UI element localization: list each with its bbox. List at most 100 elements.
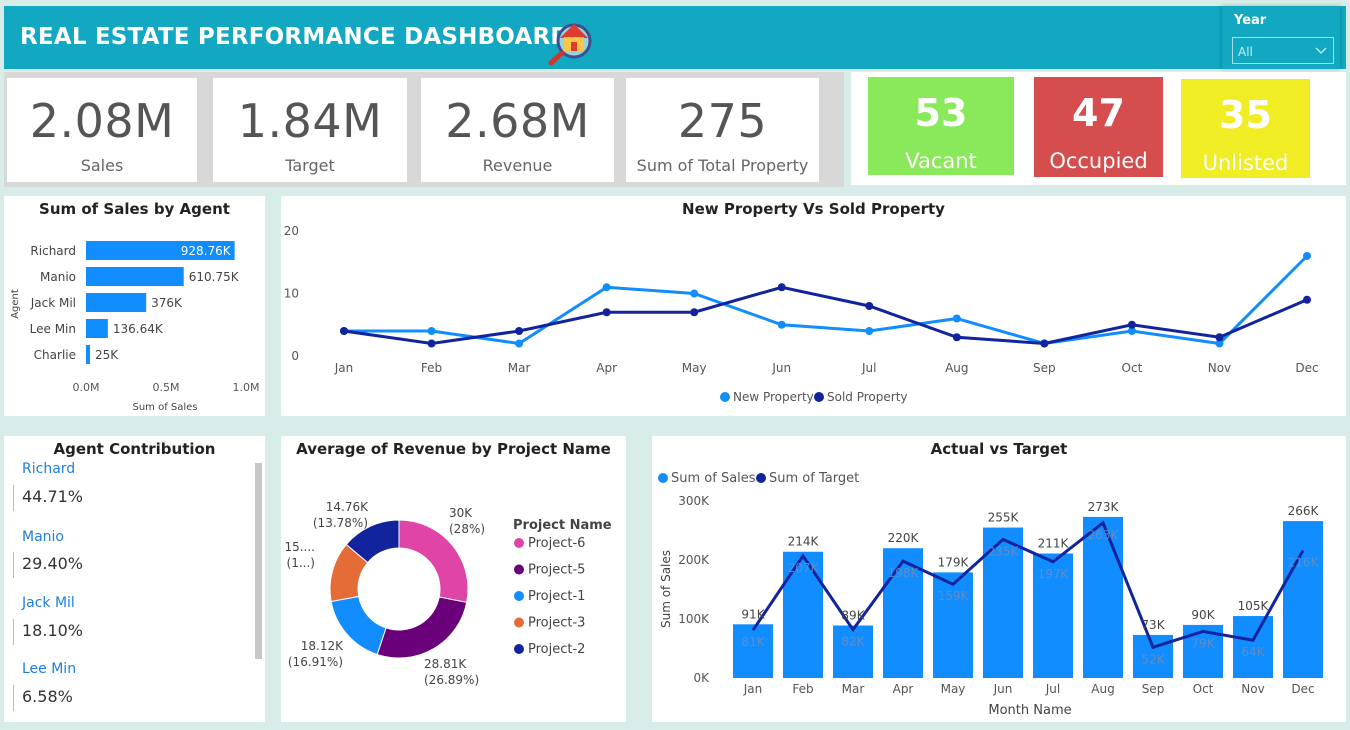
- x-tick-label: 0.0M: [73, 381, 100, 394]
- x-tick-label: Nov: [1208, 361, 1231, 375]
- data-label: 610.75K: [189, 270, 240, 284]
- x-tick-label: Jan: [743, 682, 763, 696]
- data-point: [865, 327, 874, 335]
- x-axis-label: Sum of Sales: [132, 402, 197, 413]
- data-label: 159K: [938, 589, 970, 603]
- data-label: 376K: [151, 296, 183, 310]
- data-point: [777, 283, 786, 292]
- data-point: [1303, 295, 1311, 304]
- data-label: 273K: [1088, 500, 1120, 514]
- data-point: [952, 314, 961, 323]
- y-tick-label: 300K: [678, 494, 710, 508]
- data-label: 28.81K: [424, 657, 467, 671]
- legend-label: Project-3: [528, 616, 585, 631]
- bar: [733, 624, 773, 678]
- contribution-agent-name: Manio: [22, 529, 64, 545]
- data-label: 91K: [741, 607, 765, 621]
- dashboard-canvas: REAL ESTATE PERFORMANCE DASHBOARD Year A…: [0, 0, 1350, 730]
- contribution-value: 44.71%: [22, 487, 84, 506]
- kpi-value: 2.08M: [29, 94, 175, 148]
- x-axis-label: Month Name: [988, 703, 1071, 718]
- data-label: 105K: [1238, 599, 1270, 613]
- data-label: 263K: [1088, 528, 1120, 542]
- revenue-by-project-panel[interactable]: Average of Revenue by Project Name 30K (2…: [281, 436, 626, 722]
- kpi-label: Target: [285, 156, 335, 175]
- divider: [13, 485, 14, 511]
- status-label: Occupied: [1049, 149, 1148, 173]
- data-label: 216K: [1288, 556, 1320, 570]
- data-label: 235K: [988, 544, 1020, 558]
- x-tick-label: Feb: [792, 682, 813, 696]
- x-tick-label: May: [941, 682, 966, 696]
- data-label: (1...): [287, 556, 315, 570]
- x-tick-label: Dec: [1291, 682, 1314, 696]
- kpi-card-total-property[interactable]: 275 Sum of Total Property: [626, 78, 819, 182]
- legend-marker: [514, 617, 524, 628]
- status-value: 47: [1072, 91, 1125, 135]
- actual-vs-target-panel[interactable]: Actual vs Target Sum of Sales Sum of Targ…: [652, 436, 1346, 722]
- actual-vs-target-chart: Sum of Sales Sum of Target 0K 100K 200K 300K S…: [658, 471, 1323, 718]
- scrollbar[interactable]: [255, 463, 262, 659]
- data-label: 81K: [741, 635, 765, 649]
- data-label: 211K: [1038, 537, 1070, 551]
- panel-title: Average of Revenue by Project Name: [296, 440, 611, 458]
- kpi-label: Sales: [80, 156, 124, 175]
- dashboard-title: REAL ESTATE PERFORMANCE DASHBOARD: [20, 24, 570, 50]
- data-point: [515, 339, 524, 348]
- data-point: [952, 333, 961, 342]
- y-axis-label: Agent: [10, 289, 21, 319]
- data-label: 82K: [841, 635, 865, 649]
- status-label: Unlisted: [1202, 151, 1289, 175]
- kpi-value: 275: [677, 94, 768, 148]
- category-label: Lee Min: [30, 322, 76, 336]
- status-card-vacant[interactable]: 53 Vacant: [868, 77, 1014, 175]
- panel-title: Actual vs Target: [930, 440, 1068, 458]
- kpi-card-target[interactable]: 1.84M Target: [213, 78, 407, 182]
- x-tick-label: Jun: [771, 361, 791, 375]
- kpi-card-sales[interactable]: 2.08M Sales: [7, 78, 197, 182]
- data-point: [602, 283, 611, 292]
- status-card-occupied[interactable]: 47 Occupied: [1034, 77, 1163, 177]
- year-dropdown-value: All: [1238, 45, 1253, 59]
- x-tick-label: May: [682, 361, 707, 375]
- data-label: 136.64K: [113, 322, 164, 336]
- sales-by-agent-panel[interactable]: Sum of Sales by Agent Agent Richard 928.76…: [4, 196, 265, 416]
- new-vs-sold-panel[interactable]: New Property Vs Sold Property 0 10 20 Jan Fe…: [281, 196, 1346, 416]
- legend-marker: [756, 473, 766, 483]
- category-label: Jack Mil: [30, 296, 76, 310]
- x-tick-label: Sep: [1142, 682, 1165, 696]
- y-tick-label: 20: [284, 224, 299, 238]
- y-tick-label: 10: [284, 287, 299, 301]
- data-point: [515, 327, 524, 335]
- bar: [86, 293, 147, 312]
- category-label: Manio: [40, 270, 76, 284]
- status-card-unlisted[interactable]: 35 Unlisted: [1181, 79, 1310, 178]
- agent-contribution-panel[interactable]: Agent Contribution Richard 44.71% Manio …: [4, 436, 265, 722]
- data-point: [1127, 320, 1136, 329]
- y-tick-label: 200K: [678, 553, 710, 567]
- category-label: Richard: [30, 244, 76, 258]
- data-label: 197K: [1038, 567, 1070, 581]
- legend-marker: [514, 538, 524, 548]
- bar: [1283, 521, 1323, 678]
- year-dropdown[interactable]: All: [1232, 37, 1334, 64]
- y-tick-label: 100K: [678, 612, 710, 626]
- legend-marker: [720, 392, 730, 402]
- x-tick-label: Dec: [1295, 361, 1318, 375]
- kpi-card-revenue[interactable]: 2.68M Revenue: [421, 78, 614, 182]
- data-point: [1303, 252, 1311, 260]
- bar: [86, 345, 90, 364]
- contribution-value: 29.40%: [22, 554, 84, 573]
- data-label: (13.78%): [313, 516, 368, 530]
- data-label: 64K: [1241, 645, 1265, 659]
- panel-title: New Property Vs Sold Property: [682, 200, 945, 218]
- x-tick-label: Apr: [596, 361, 617, 375]
- x-tick-label: Jun: [993, 682, 1013, 696]
- sales-by-agent-chart: Agent Richard 928.76K Manio 610.75K Jack Mil 3…: [10, 241, 260, 413]
- bar: [86, 267, 184, 286]
- legend-label: Project-5: [528, 563, 585, 578]
- x-tick-label: 1.0M: [233, 381, 260, 394]
- kpi-label: Sum of Total Property: [636, 156, 809, 175]
- legend-label: Sold Property: [827, 390, 908, 404]
- new-vs-sold-chart: 0 10 20 Jan Feb Mar Apr May Jun Jul Aug Sep Oct Nov De…: [284, 224, 1319, 404]
